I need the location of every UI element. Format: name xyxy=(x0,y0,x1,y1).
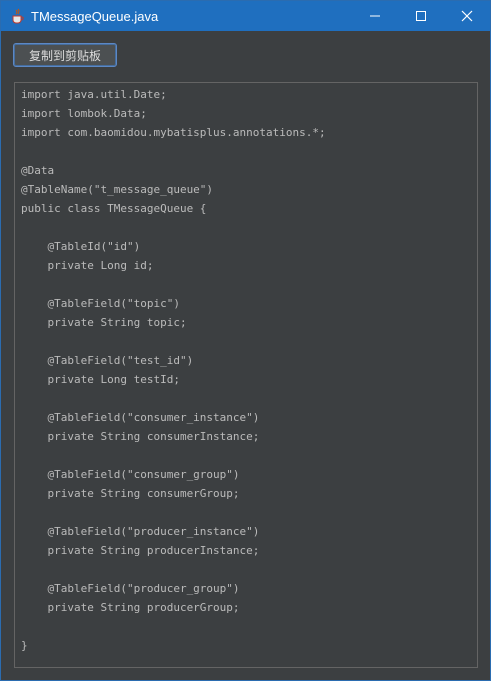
code-line: private Long id; xyxy=(21,259,154,272)
editor-window: TMessageQueue.java 复制到剪贴板 import java.ut… xyxy=(0,0,491,681)
copy-to-clipboard-button[interactable]: 复制到剪贴板 xyxy=(13,43,117,67)
code-line: private String topic; xyxy=(21,316,187,329)
window-title: TMessageQueue.java xyxy=(31,8,159,24)
minimize-icon[interactable] xyxy=(352,1,398,31)
code-line: } xyxy=(21,639,28,652)
code-line: import lombok.Data; xyxy=(21,107,147,120)
code-line: private String consumerGroup; xyxy=(21,487,240,500)
code-line: @TableId("id") xyxy=(21,240,141,253)
code-line: private String producerGroup; xyxy=(21,601,240,614)
code-line: @TableField("topic") xyxy=(21,297,180,310)
java-cup-icon xyxy=(9,8,25,24)
code-line: @TableField("test_id") xyxy=(21,354,194,367)
code-line: @TableField("consumer_group") xyxy=(21,468,240,481)
code-line: @TableField("consumer_instance") xyxy=(21,411,260,424)
code-line: @TableField("producer_group") xyxy=(21,582,240,595)
toolbar: 复制到剪贴板 xyxy=(1,31,490,81)
code-line: private String producerInstance; xyxy=(21,544,260,557)
code-line: private String consumerInstance; xyxy=(21,430,260,443)
code-text-area[interactable]: import java.util.Date; import lombok.Data… xyxy=(14,82,478,668)
close-icon[interactable] xyxy=(444,1,490,31)
code-line: @TableName("t_message_queue") xyxy=(21,183,214,196)
code-line: import java.util.Date; xyxy=(21,88,167,101)
code-line: public class TMessageQueue { xyxy=(21,202,207,215)
code-line: private Long testId; xyxy=(21,373,180,386)
code-line: @Data xyxy=(21,164,55,177)
code-line: @TableField("producer_instance") xyxy=(21,525,260,538)
maximize-icon[interactable] xyxy=(398,1,444,31)
title-bar[interactable]: TMessageQueue.java xyxy=(1,1,490,31)
code-line: import com.baomidou.mybatisplus.annotati… xyxy=(21,126,326,139)
